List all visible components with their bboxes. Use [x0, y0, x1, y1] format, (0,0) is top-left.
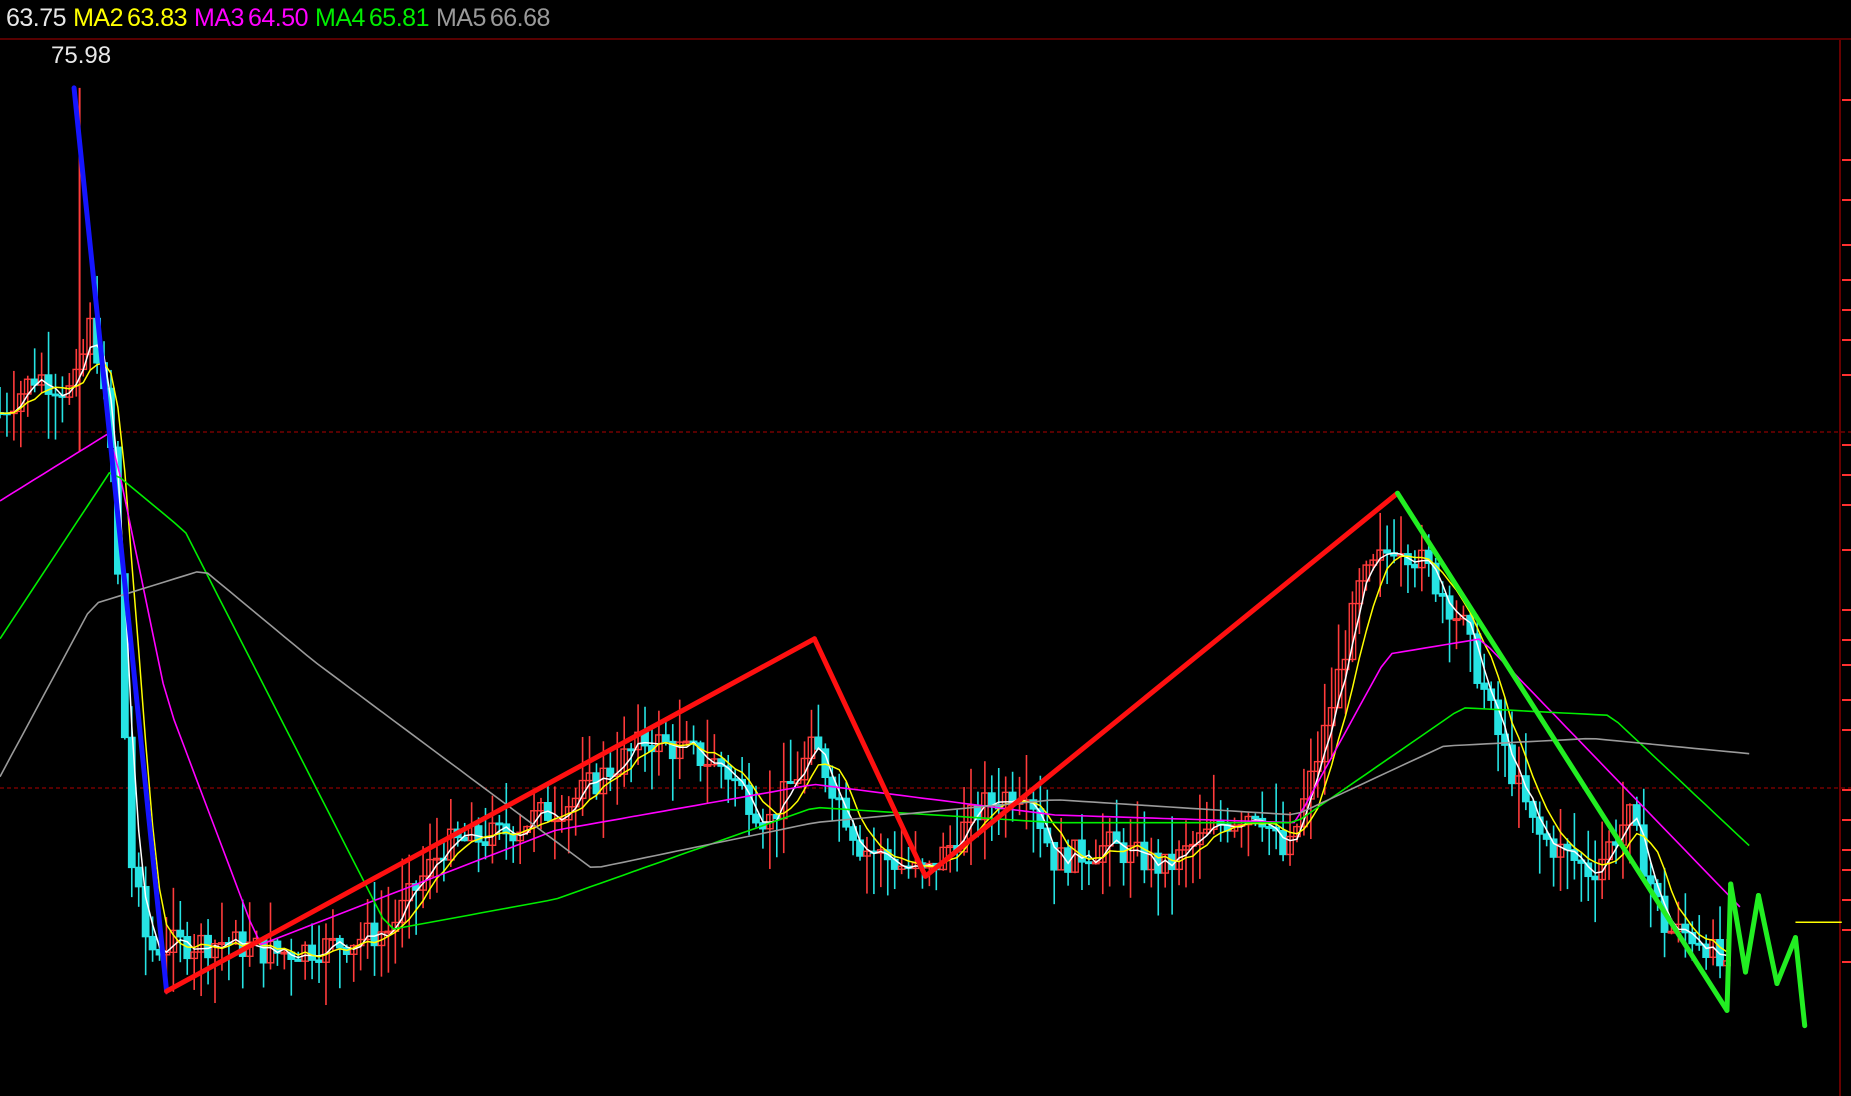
- candle-down: [1085, 861, 1093, 865]
- candle-down: [1043, 827, 1052, 844]
- candle-down: [1168, 853, 1177, 871]
- candle-down: [1473, 633, 1482, 684]
- trend-lines: [71, 85, 1808, 1029]
- candle-down: [315, 959, 323, 963]
- ma3-line: [0, 432, 1741, 946]
- green-trend-segment: [1395, 490, 1730, 1013]
- candle-down: [1383, 549, 1392, 554]
- ma5-line: [0, 571, 1750, 869]
- green-trend-segment: [1792, 935, 1808, 1029]
- red-trend-segment: [811, 636, 928, 879]
- candle-down: [1251, 815, 1260, 820]
- candles: [0, 87, 1731, 1011]
- candle-down: [661, 734, 670, 743]
- candle-down: [481, 841, 490, 846]
- candle-down: [176, 929, 185, 938]
- candle-down: [1584, 862, 1593, 878]
- candle-down: [51, 393, 60, 397]
- green-trend-segment: [1742, 892, 1761, 975]
- candle-down: [1639, 824, 1648, 877]
- green-trend-segment: [1755, 892, 1780, 987]
- candle-down: [1265, 826, 1274, 829]
- candle-down: [1494, 699, 1503, 736]
- candle-down: [495, 822, 504, 826]
- green-trend-segment: [1728, 881, 1748, 975]
- candle-down: [134, 866, 143, 888]
- candle-down: [1410, 563, 1419, 569]
- green-trend-segment: [1724, 881, 1734, 1013]
- green-trend-segment: [1774, 935, 1798, 987]
- candle-down: [752, 813, 760, 824]
- candle-down: [1445, 595, 1454, 620]
- candle-down: [294, 958, 303, 962]
- candle-down: [1438, 592, 1447, 597]
- candle-down: [1140, 841, 1149, 871]
- candle-down: [627, 748, 636, 752]
- candle-down: [731, 778, 740, 782]
- candle-down: [1591, 875, 1600, 881]
- candlestick-chart: [0, 38, 1851, 1096]
- candle-down: [987, 792, 996, 806]
- candle-down: [1480, 682, 1489, 690]
- candle-down: [1535, 816, 1544, 835]
- candle-down: [1508, 744, 1516, 785]
- candle-down: [786, 781, 795, 784]
- candle-down: [148, 935, 157, 951]
- candle-down: [308, 944, 317, 961]
- ma1-line: [0, 344, 1728, 959]
- blue-trend-segment: [71, 85, 170, 994]
- ma2-line: [0, 362, 1728, 958]
- red-trend-segment: [164, 636, 817, 994]
- candle-down: [606, 767, 615, 777]
